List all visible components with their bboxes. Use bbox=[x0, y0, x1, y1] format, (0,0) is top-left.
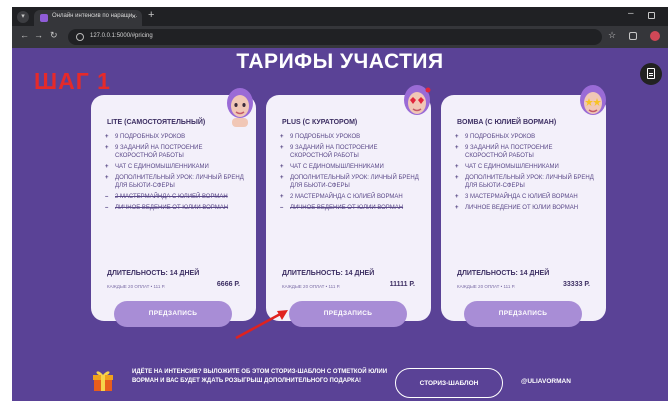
star-icon[interactable]: ☆ bbox=[608, 30, 616, 41]
extensions-icon[interactable] bbox=[629, 32, 637, 40]
maximize-button[interactable] bbox=[648, 12, 655, 19]
feature-item: + ДОПОЛНИТЕЛЬНЫЙ УРОК: ЛИЧНЫЙ БРЕНД ДЛЯ Б… bbox=[455, 175, 594, 189]
feature-list: +9 ПОДРОБНЫХ УРОКОВ +9 ЗАДАНИЙ НА ПОСТРО… bbox=[280, 133, 420, 215]
reload-icon[interactable]: ↻ bbox=[50, 30, 58, 41]
back-arrow-icon[interactable]: ← bbox=[20, 30, 29, 40]
forward-arrow-icon[interactable]: → bbox=[34, 30, 43, 40]
site-info-icon[interactable] bbox=[76, 33, 84, 41]
story-template-button[interactable]: СТОРИЗ-ШАБЛОН bbox=[395, 368, 503, 398]
feature-item: + ЧАТ С ЕДИНОМЫШЛЕННИКАМИ bbox=[455, 164, 559, 170]
feature-item-excluded: –2 МАСТЕРМАЙНДА С ЮЛИЕЙ ВОРМАН bbox=[105, 194, 228, 200]
feature-item: +2 МАСТЕРМАЙНДА С ЮЛИЕЙ ВОРМАН bbox=[280, 194, 403, 200]
browser-toolbar: ← → ↻ 127.0.0.1:5000/#pricing ☆ bbox=[12, 26, 668, 48]
feature-item: + ЧАТ С ЕДИНОМЫШЛЕННИКАМИ bbox=[280, 164, 384, 170]
browser-window: ▾ Онлайн интенсив по наращи... × + – ← →… bbox=[12, 7, 668, 401]
feature-item: +9 ПОДРОБНЫХ УРОКОВ bbox=[105, 134, 186, 140]
preorder-button-plus[interactable]: ПРЕДЗАПИСЬ bbox=[289, 301, 407, 327]
price-label: 33333 Р. bbox=[563, 281, 590, 288]
url-text: 127.0.0.1:5000/#pricing bbox=[90, 33, 153, 39]
profile-avatar[interactable] bbox=[650, 31, 660, 41]
price-label: 11111 Р. bbox=[389, 281, 415, 288]
feature-item: + ДОПОЛНИТЕЛЬНЫЙ УРОК: ЛИЧНЫЙ БРЕНД ДЛЯ Б… bbox=[105, 175, 244, 189]
tariff-card-plus: PLUS (С КУРАТОРОМ) +9 ПОДРОБНЫХ УРОКОВ +… bbox=[266, 95, 431, 321]
address-bar[interactable]: 127.0.0.1:5000/#pricing bbox=[68, 29, 602, 45]
feature-item-excluded: – ЛИЧНОЕ ВЕДЕНИЕ ОТ ЮЛИИ ВОРМАН bbox=[280, 205, 404, 211]
browser-tab[interactable]: Онлайн интенсив по наращи... × bbox=[34, 10, 142, 26]
installment-label: КАЖДЫЕ 20 ОПЛАТ • 111 Р. bbox=[282, 284, 340, 289]
minimize-button[interactable]: – bbox=[628, 8, 634, 19]
tab-title: Онлайн интенсив по наращи... bbox=[52, 13, 138, 19]
feature-item: +9 ПОДРОБНЫХ УРОКОВ bbox=[455, 134, 536, 140]
feature-item: + ЛИЧНОЕ ВЕДЕНИЕ ОТ ЮЛИИ ВОРМАН bbox=[455, 205, 579, 211]
gift-icon bbox=[93, 371, 113, 391]
chevron-down-icon[interactable]: ▾ bbox=[17, 11, 29, 23]
duration-label: ДЛИТЕЛЬНОСТЬ: 14 ДНЕЙ bbox=[282, 270, 375, 277]
card-title: PLUS (С КУРАТОРОМ) bbox=[282, 119, 358, 126]
new-tab-button[interactable]: + bbox=[148, 9, 154, 21]
feature-item: +9 ЗАДАНИЙ НА ПОСТРОЕНИЕ СКОРОСТНОЙ РАБО… bbox=[455, 145, 553, 159]
feature-item: +3 МАСТЕРМАЙНДА С ЮЛИЕЙ ВОРМАН bbox=[455, 194, 578, 200]
promo-banner-text: ИДЁТЕ НА ИНТЕНСИВ? ВЫЛОЖИТЕ ОБ ЭТОМ СТОР… bbox=[132, 369, 387, 384]
instagram-handle-link[interactable]: @ULIAVORMAN bbox=[521, 378, 571, 385]
site-favicon-icon bbox=[40, 14, 48, 22]
feature-item: +9 ЗАДАНИЙ НА ПОСТРОЕНИЕ СКОРОСТНОЙ РАБО… bbox=[105, 145, 203, 159]
memoji-avatar bbox=[227, 88, 253, 127]
feature-item: +9 ЗАДАНИЙ НА ПОСТРОЕНИЕ СКОРОСТНОЙ РАБО… bbox=[280, 145, 378, 159]
annotation-arrow bbox=[235, 310, 288, 340]
feature-list: +9 ПОДРОБНЫХ УРОКОВ +9 ЗАДАНИЙ НА ПОСТРО… bbox=[455, 133, 595, 215]
tab-strip: ▾ Онлайн интенсив по наращи... × + – bbox=[12, 7, 668, 26]
pricing-section: ТАРИФЫ УЧАСТИЯ ШАГ 1 LITE (САМОСТОЯТЕЛЬН… bbox=[12, 48, 668, 401]
duration-label: ДЛИТЕЛЬНОСТЬ: 14 ДНЕЙ bbox=[107, 270, 200, 277]
preorder-button-bomba[interactable]: ПРЕДЗАПИСЬ bbox=[464, 301, 582, 327]
duration-label: ДЛИТЕЛЬНОСТЬ: 14 ДНЕЙ bbox=[457, 270, 550, 277]
installment-label: КАЖДЫЕ 20 ОПЛАТ • 111 Р. bbox=[457, 284, 515, 289]
document-icon bbox=[647, 68, 655, 79]
document-button[interactable] bbox=[640, 63, 662, 85]
memoji-avatar-hearts bbox=[404, 85, 431, 115]
installment-label: КАЖДЫЕ 20 ОПЛАТ • 111 Р. bbox=[107, 284, 165, 289]
preorder-button-lite[interactable]: ПРЕДЗАПИСЬ bbox=[114, 301, 232, 327]
close-icon[interactable]: × bbox=[131, 12, 136, 21]
feature-list: +9 ПОДРОБНЫХ УРОКОВ +9 ЗАДАНИЙ НА ПОСТРО… bbox=[105, 133, 245, 215]
tariff-card-bomba: BOMBA (С ЮЛИЕЙ ВОРМАН) +9 ПОДРОБНЫХ УРОК… bbox=[441, 95, 606, 321]
feature-item: + ЧАТ С ЕДИНОМЫШЛЕННИКАМИ bbox=[105, 164, 209, 170]
feature-item-excluded: – ЛИЧНОЕ ВЕДЕНИЕ ОТ ЮЛИИ ВОРМАН bbox=[105, 205, 229, 211]
feature-item: + ДОПОЛНИТЕЛЬНЫЙ УРОК: ЛИЧНЫЙ БРЕНД ДЛЯ Б… bbox=[280, 175, 419, 189]
feature-item: +9 ПОДРОБНЫХ УРОКОВ bbox=[280, 134, 361, 140]
price-label: 6666 Р. bbox=[216, 281, 240, 288]
memoji-avatar-stars bbox=[580, 85, 606, 115]
tariff-card-lite: LITE (САМОСТОЯТЕЛЬНЫЙ) +9 ПОДРОБНЫХ УРОК… bbox=[91, 95, 256, 321]
card-title: BOMBA (С ЮЛИЕЙ ВОРМАН) bbox=[457, 119, 557, 126]
step-annotation: ШАГ 1 bbox=[34, 68, 111, 94]
card-title: LITE (САМОСТОЯТЕЛЬНЫЙ) bbox=[107, 119, 206, 126]
